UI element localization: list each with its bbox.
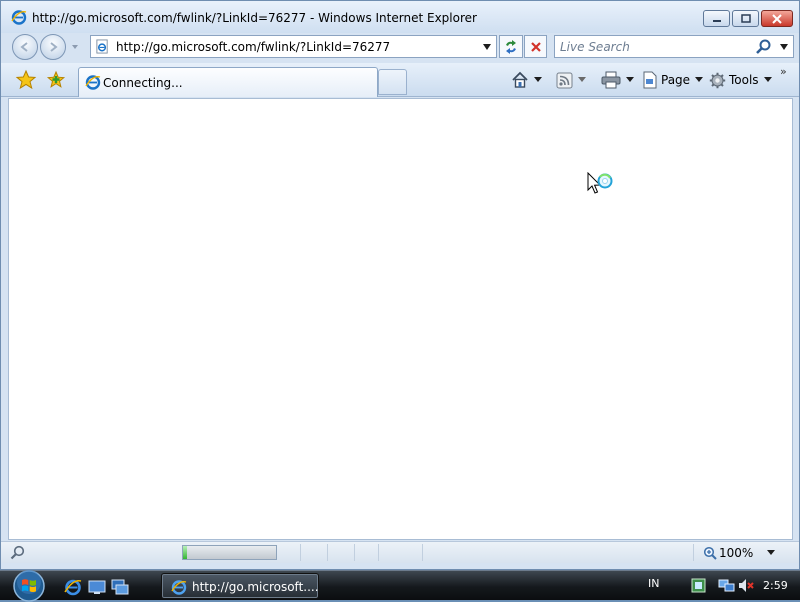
taskbar: http://go.microsoft.... IN 2:59: [0, 569, 800, 602]
close-icon: [772, 13, 782, 24]
forward-button[interactable]: [40, 34, 66, 60]
title-bar[interactable]: http://go.microsoft.com/fwlink/?LinkId=7…: [1, 1, 799, 33]
close-button[interactable]: [761, 10, 793, 27]
page-menu-label: Page: [661, 73, 691, 87]
page-content-area[interactable]: [8, 98, 793, 540]
search-dropdown-icon[interactable]: [779, 43, 789, 51]
feeds-button[interactable]: [556, 69, 586, 91]
zoom-icon: [703, 546, 717, 560]
page-menu-icon: [643, 71, 657, 89]
status-divider: [378, 544, 379, 561]
feeds-dropdown-icon[interactable]: [578, 77, 586, 83]
search-box[interactable]: [554, 35, 794, 58]
page-dropdown-icon: [695, 77, 704, 82]
page-icon: [96, 39, 108, 54]
new-tab-button[interactable]: [378, 69, 407, 95]
page-menu-button[interactable]: Page: [642, 69, 704, 91]
home-button[interactable]: [511, 69, 542, 91]
tools-menu-label: Tools: [729, 73, 759, 87]
gear-icon: [709, 72, 726, 88]
add-to-favorites-icon[interactable]: [45, 69, 67, 91]
tools-menu-button[interactable]: Tools: [709, 69, 772, 91]
progress-fill: [183, 546, 187, 559]
address-bar[interactable]: [90, 35, 497, 58]
ie-logo-icon: [85, 75, 101, 90]
switch-windows-icon[interactable]: [111, 578, 129, 596]
taskbar-ie-window-button[interactable]: http://go.microsoft....: [161, 573, 319, 599]
navigation-bar: [1, 33, 799, 61]
zoom-dropdown-icon: [767, 550, 776, 555]
quick-launch-ie-icon[interactable]: [64, 578, 82, 596]
feeds-icon: [556, 72, 573, 88]
search-icon[interactable]: [755, 38, 773, 56]
more-commands-chevron-icon[interactable]: »: [780, 65, 787, 78]
volume-muted-icon[interactable]: [737, 577, 754, 594]
status-bar: 100%: [1, 541, 799, 563]
taskbar-ie-label: http://go.microsoft....: [192, 580, 319, 594]
status-divider: [693, 544, 694, 561]
tab-label: Connecting...: [103, 76, 183, 90]
status-divider: [422, 544, 423, 561]
print-dropdown-icon[interactable]: [626, 77, 634, 83]
language-indicator[interactable]: IN: [648, 577, 659, 590]
ie-logo-icon: [171, 580, 187, 595]
search-input[interactable]: [560, 39, 750, 55]
start-button-windows-logo-icon[interactable]: [9, 569, 49, 602]
stop-icon: [530, 41, 541, 52]
loading-progress-bar: [182, 545, 277, 560]
busy-cursor-icon: [587, 172, 613, 194]
refresh-icon: [506, 39, 516, 54]
show-desktop-icon[interactable]: [88, 578, 106, 596]
zoom-control[interactable]: 100%: [703, 544, 776, 562]
address-dropdown-icon[interactable]: [482, 43, 492, 51]
maximize-button[interactable]: [732, 10, 759, 27]
ie-window: http://go.microsoft.com/fwlink/?LinkId=7…: [0, 0, 800, 570]
status-divider: [327, 544, 328, 561]
zoom-level: 100%: [719, 546, 754, 560]
clock: 2:59: [763, 579, 788, 592]
address-input[interactable]: [116, 39, 471, 55]
network-icon[interactable]: [718, 577, 735, 594]
window-title: http://go.microsoft.com/fwlink/?LinkId=7…: [32, 11, 477, 25]
home-dropdown-icon[interactable]: [534, 77, 542, 83]
favorites-star-icon[interactable]: [15, 69, 37, 91]
back-arrow-icon: [20, 42, 28, 52]
back-button[interactable]: [12, 34, 38, 60]
tray-app-icon[interactable]: [690, 577, 707, 594]
tools-dropdown-icon: [763, 77, 772, 82]
restore-icon: [740, 14, 751, 23]
status-magnifier-icon: [10, 545, 25, 560]
refresh-button[interactable]: [499, 35, 523, 58]
minimize-icon: [712, 19, 721, 22]
printer-icon: [601, 71, 621, 89]
home-icon: [512, 71, 528, 88]
recent-pages-dropdown-icon[interactable]: [70, 42, 80, 52]
tab-connecting[interactable]: Connecting...: [78, 67, 378, 97]
status-divider: [300, 544, 301, 561]
ie-logo-icon: [11, 10, 27, 25]
status-divider: [354, 544, 355, 561]
forward-arrow-icon: [50, 42, 58, 52]
print-button[interactable]: [601, 69, 634, 91]
stop-button[interactable]: [524, 35, 547, 58]
tab-command-bar: Connecting... Page Tools »: [1, 63, 799, 97]
minimize-button[interactable]: [703, 10, 730, 27]
